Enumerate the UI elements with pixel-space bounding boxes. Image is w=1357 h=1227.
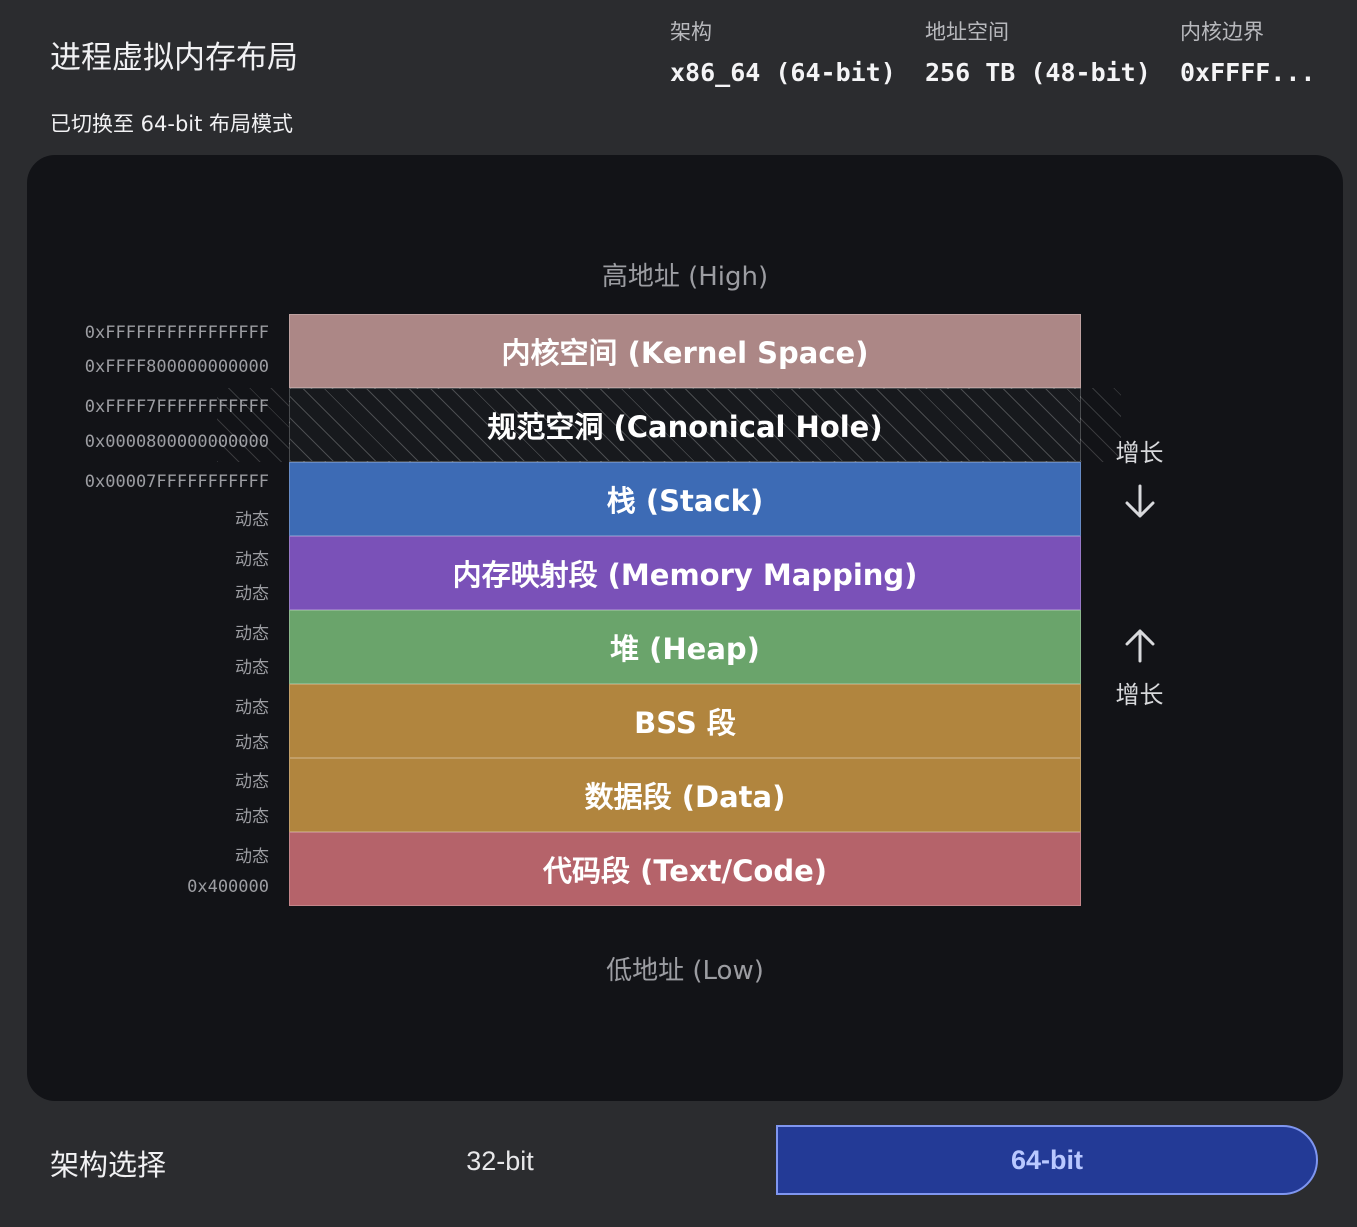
stat-arch-label: 架构	[670, 20, 712, 44]
stat-kernel-boundary-label: 内核边界	[1180, 20, 1264, 44]
address-13: 动态	[235, 807, 269, 827]
segment-bss[interactable]: BSS 段	[289, 684, 1081, 758]
stat-kernel-boundary-value: 0xFFFF...	[1180, 58, 1316, 87]
segment-kernel-space[interactable]: 内核空间 (Kernel Space)	[289, 314, 1081, 388]
stat-address-space-value: 256 TB (48-bit)	[925, 58, 1151, 87]
segment-stack-region[interactable]: 栈 (Stack)	[289, 462, 1081, 536]
address-4: 0x00007FFFFFFFFFFF	[84, 472, 269, 492]
address-6: 动态	[235, 550, 269, 570]
address-1: 0xFFFF800000000000	[84, 357, 269, 377]
heap-growth-indicator: 增长	[1097, 625, 1182, 710]
address-9: 动态	[235, 658, 269, 678]
arch-selector-label: 架构选择	[50, 1148, 167, 1182]
segment-data[interactable]: 数据段 (Data)	[289, 758, 1081, 832]
segment-canonical-hole-label: 规范空洞 (Canonical Hole)	[487, 410, 883, 444]
high-address-label: 高地址 (High)	[601, 262, 769, 292]
heap-growth-label: 增长	[1115, 681, 1164, 709]
stack-growth-indicator: 增长	[1097, 433, 1182, 522]
segment-stack-label: 栈 (Stack)	[606, 484, 764, 518]
low-address-label: 低地址 (Low)	[606, 956, 764, 986]
stack-growth-label: 增长	[1115, 439, 1164, 467]
arrow-up-icon	[1097, 625, 1182, 665]
segment-text-code[interactable]: 代码段 (Text/Code)	[289, 832, 1081, 906]
address-0: 0xFFFFFFFFFFFFFFFF	[84, 323, 269, 343]
page-title: 进程虚拟内存布局	[50, 40, 298, 76]
address-8: 动态	[235, 624, 269, 644]
segment-memory-mapping-label: 内存映射段 (Memory Mapping)	[452, 558, 918, 592]
memory-layout-panel: 高地址 (High) 0xFFFFFFFFFFFFFFFF 0xFFFF8000…	[27, 155, 1343, 1101]
address-14: 动态	[235, 847, 269, 867]
address-10: 动态	[235, 698, 269, 718]
segment-canonical-hole[interactable]: 规范空洞 (Canonical Hole)	[289, 388, 1081, 462]
stat-address-space-label: 地址空间	[925, 20, 1009, 44]
arch-option-32bit[interactable]: 32-bit	[330, 1126, 670, 1196]
stat-arch-value: x86_64 (64-bit)	[670, 58, 896, 87]
segment-memory-mapping[interactable]: 内存映射段 (Memory Mapping)	[289, 536, 1081, 610]
segment-data-label: 数据段 (Data)	[584, 780, 786, 814]
address-15: 0x400000	[187, 877, 269, 897]
segment-stack: 内核空间 (Kernel Space) 规范空洞 (Canonical Hole…	[289, 314, 1081, 906]
mode-status: 已切换至 64-bit 布局模式	[50, 112, 294, 136]
address-12: 动态	[235, 772, 269, 792]
canonical-hole-hatch-left	[217, 388, 289, 462]
segment-heap-label: 堆 (Heap)	[610, 632, 760, 666]
arrow-down-icon	[1097, 482, 1182, 522]
address-11: 动态	[235, 733, 269, 753]
segment-heap[interactable]: 堆 (Heap)	[289, 610, 1081, 684]
arch-option-64bit[interactable]: 64-bit	[776, 1125, 1318, 1195]
address-5: 动态	[235, 510, 269, 530]
segment-bss-label: BSS 段	[634, 706, 736, 740]
segment-text-code-label: 代码段 (Text/Code)	[543, 854, 827, 888]
address-7: 动态	[235, 584, 269, 604]
segment-kernel-space-label: 内核空间 (Kernel Space)	[501, 336, 869, 370]
